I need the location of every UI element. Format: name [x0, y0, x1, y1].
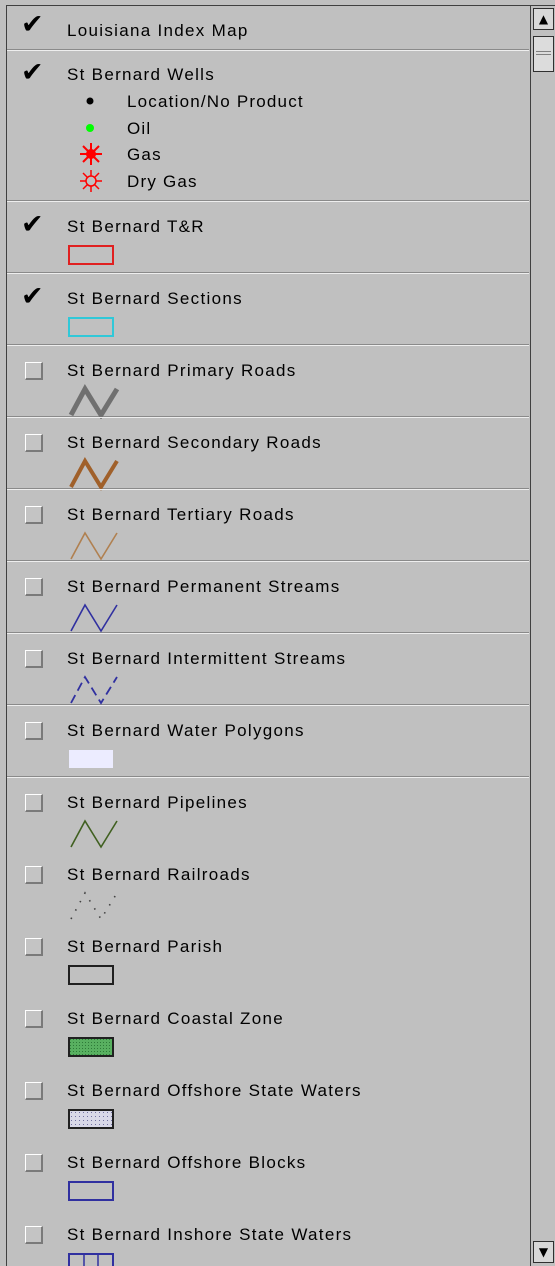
layer-title: St Bernard Parish	[67, 937, 224, 956]
layer-title: St Bernard Water Polygons	[67, 721, 305, 740]
dotted-zigzag-icon	[70, 891, 118, 921]
blue-zigzag-line-icon	[70, 603, 118, 633]
layer-row-offshore-blocks: St Bernard Offshore Blocks	[7, 1139, 529, 1211]
layer-row-secondary-roads: St Bernard Secondary Roads	[7, 419, 529, 491]
checkbox-box	[25, 1154, 43, 1172]
layer-row-wells: ✔ St Bernard Wells Location/No Product O…	[7, 52, 529, 202]
red-rectangle-icon	[68, 245, 114, 265]
checkbox-box	[25, 722, 43, 740]
legend-item-label: Dry Gas	[127, 172, 198, 191]
vertical-scrollbar[interactable]: ▲ ▼	[530, 6, 555, 1266]
blue-rectangle-icon	[68, 1181, 114, 1201]
layer-row-water-polygons: St Bernard Water Polygons	[7, 707, 529, 778]
layer-row-railroads: St Bernard Railroads	[7, 851, 529, 923]
layer-checkbox[interactable]: ✔	[21, 209, 47, 240]
brown-zigzag-line-icon	[69, 456, 119, 491]
checkbox-box	[25, 1226, 43, 1244]
layer-row-primary-roads: St Bernard Primary Roads	[7, 347, 529, 419]
stippled-rectangle-icon	[68, 1109, 114, 1129]
checkbox-box	[25, 1010, 43, 1028]
layer-row-parish: St Bernard Parish	[7, 923, 529, 995]
layer-title: St Bernard Intermittent Streams	[67, 649, 347, 668]
lavender-fill-icon	[69, 750, 113, 768]
green-dot-icon	[86, 124, 94, 132]
checkbox-box	[25, 794, 43, 812]
blue-grid-rectangle-icon	[68, 1253, 114, 1266]
layer-checkbox[interactable]: ✔	[21, 281, 47, 312]
up-arrow-icon[interactable]: ▲	[533, 8, 554, 30]
layer-title: St Bernard Pipelines	[67, 793, 248, 812]
layer-title: St Bernard Railroads	[67, 865, 251, 884]
layer-row-pipelines: St Bernard Pipelines	[7, 779, 529, 851]
legend-item-label: Gas	[127, 145, 162, 164]
checkmark-icon: ✔	[21, 281, 44, 312]
layer-title: Louisiana Index Map	[67, 21, 249, 40]
layer-title: St Bernard T&R	[67, 217, 205, 236]
layer-checkbox[interactable]	[21, 646, 47, 672]
layer-title: St Bernard Permanent Streams	[67, 577, 341, 596]
checkbox-box	[25, 362, 43, 380]
layer-title: St Bernard Secondary Roads	[67, 433, 322, 452]
checkbox-box	[25, 506, 43, 524]
layer-title: St Bernard Coastal Zone	[67, 1009, 284, 1028]
cyan-rectangle-icon	[68, 317, 114, 337]
layer-title: St Bernard Primary Roads	[67, 361, 297, 380]
layer-row-offshore-state-waters: St Bernard Offshore State Waters	[7, 1067, 529, 1139]
black-dot-icon	[86, 97, 94, 105]
layer-row-tertiary-roads: St Bernard Tertiary Roads	[7, 491, 529, 562]
layer-checkbox[interactable]	[21, 862, 47, 888]
checkbox-box	[25, 650, 43, 668]
layer-title: St Bernard Wells	[67, 65, 216, 84]
tan-zigzag-line-icon	[70, 531, 118, 561]
red-star-icon	[80, 143, 102, 165]
red-open-star-icon	[80, 170, 102, 192]
layer-title: St Bernard Inshore State Waters	[67, 1225, 353, 1244]
checkmark-icon: ✔	[21, 9, 44, 40]
checkbox-box	[25, 1082, 43, 1100]
layer-checkbox[interactable]	[21, 574, 47, 600]
checkbox-box	[25, 866, 43, 884]
layer-checkbox[interactable]: ✔	[21, 57, 47, 88]
legend-list: ✔ Louisiana Index Map ✔ St Bernard Wells…	[7, 6, 529, 1266]
layer-checkbox[interactable]	[21, 1222, 47, 1248]
layer-checkbox[interactable]	[21, 1006, 47, 1032]
layer-row-coastal-zone: St Bernard Coastal Zone	[7, 995, 529, 1067]
layer-row-township-range: ✔ St Bernard T&R	[7, 203, 529, 274]
black-rectangle-icon	[68, 965, 114, 985]
layer-checkbox[interactable]	[21, 358, 47, 384]
down-arrow-icon[interactable]: ▼	[533, 1241, 554, 1263]
layer-checkbox[interactable]	[21, 718, 47, 744]
checkbox-box	[25, 578, 43, 596]
layer-title: St Bernard Tertiary Roads	[67, 505, 295, 524]
layer-legend-panel: ✔ Louisiana Index Map ✔ St Bernard Wells…	[6, 5, 555, 1266]
checkbox-box	[25, 938, 43, 956]
layer-checkbox[interactable]	[21, 934, 47, 960]
checkbox-box	[25, 434, 43, 452]
layer-row-sections: ✔ St Bernard Sections	[7, 275, 529, 346]
checkmark-icon: ✔	[21, 57, 44, 88]
scroll-thumb[interactable]	[533, 36, 554, 72]
checkmark-icon: ✔	[21, 209, 44, 240]
layer-checkbox[interactable]	[21, 1150, 47, 1176]
layer-row-inshore-state-waters: St Bernard Inshore State Waters	[7, 1211, 529, 1266]
layer-row-permanent-streams: St Bernard Permanent Streams	[7, 563, 529, 634]
layer-title: St Bernard Offshore Blocks	[67, 1153, 307, 1172]
layer-title: St Bernard Sections	[67, 289, 243, 308]
layer-checkbox[interactable]: ✔	[21, 9, 47, 40]
layer-row-louisiana-index-map: ✔ Louisiana Index Map	[7, 6, 529, 51]
green-fill-rectangle-icon	[68, 1037, 114, 1057]
green-zigzag-line-icon	[70, 819, 118, 849]
layer-checkbox[interactable]	[21, 502, 47, 528]
layer-row-intermittent-streams: St Bernard Intermittent Streams	[7, 635, 529, 706]
layer-title: St Bernard Offshore State Waters	[67, 1081, 362, 1100]
layer-checkbox[interactable]	[21, 430, 47, 456]
legend-item-label: Location/No Product	[127, 92, 304, 111]
blue-dashed-zigzag-icon	[70, 675, 118, 705]
layer-checkbox[interactable]	[21, 790, 47, 816]
gray-zigzag-line-icon	[68, 383, 120, 419]
layer-checkbox[interactable]	[21, 1078, 47, 1104]
legend-item-label: Oil	[127, 119, 152, 138]
